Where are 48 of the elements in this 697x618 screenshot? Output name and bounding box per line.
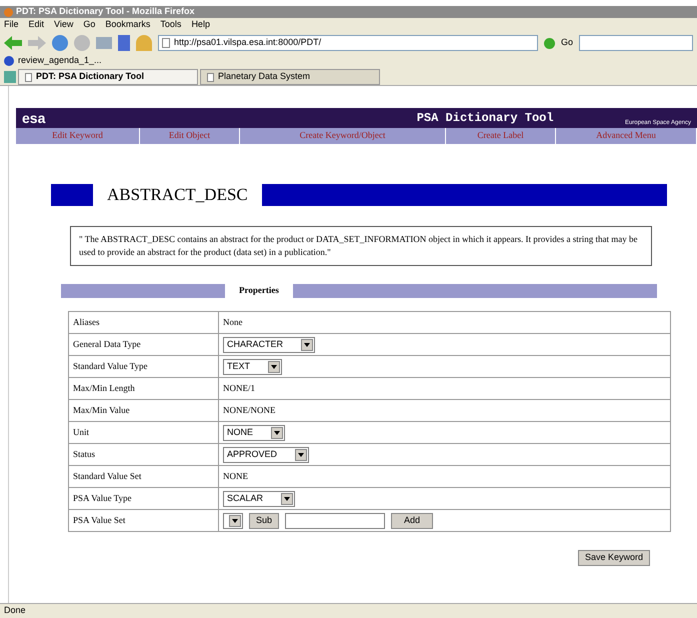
property-label: General Data Type: [68, 334, 218, 356]
property-label: Aliases: [68, 312, 218, 334]
bookmark-link[interactable]: review_agenda_1_...: [18, 54, 102, 68]
menu-item[interactable]: Tools: [160, 18, 182, 32]
browser-tab[interactable]: PDT: PSA Dictionary Tool: [18, 69, 198, 85]
menu-item[interactable]: Bookmarks: [105, 18, 150, 32]
go-label[interactable]: Go: [561, 36, 574, 50]
property-label: Max/Min Length: [68, 378, 218, 400]
add-button[interactable]: Add: [391, 512, 434, 528]
property-value: NONE/1: [223, 382, 255, 393]
dropdown-select[interactable]: [223, 512, 243, 528]
page-heading: ABSTRACT_DESC: [106, 184, 249, 206]
search-field[interactable]: [579, 35, 693, 51]
menu-item[interactable]: View: [54, 18, 74, 32]
property-label: Status: [68, 444, 218, 466]
property-label: Standard Value Set: [68, 466, 218, 488]
forward-arrow-icon[interactable]: [28, 36, 46, 50]
sub-button[interactable]: Sub: [249, 512, 280, 528]
dropdown-select[interactable]: CHARACTER: [223, 336, 316, 352]
url-text: http://psa01.vilspa.esa.int:8000/PDT/: [174, 36, 322, 50]
window-title: PDT: PSA Dictionary Tool - Mozilla Firefox: [16, 5, 195, 18]
banner-title: PSA Dictionary Tool: [416, 110, 554, 127]
property-label: Max/Min Value: [68, 400, 218, 422]
heading-bar: [51, 184, 93, 206]
logo: esa: [22, 108, 46, 128]
address-field[interactable]: http://psa01.vilspa.esa.int:8000/PDT/: [158, 35, 538, 51]
property-label: Unit: [68, 422, 218, 444]
property-label: Standard Value Type: [68, 356, 218, 378]
dropdown-select[interactable]: SCALAR: [223, 490, 296, 506]
description-box: " The ABSTRACT_DESC contains an abstract for the product or DATA_SET_INFORMATION object in which it appears. It provides a string that may be used to provide an abstract for the product (data set) in a publication.": [70, 226, 652, 266]
back-arrow-icon[interactable]: [4, 36, 22, 50]
section-title: Properties: [239, 284, 279, 298]
menu-item[interactable]: Go: [83, 18, 96, 32]
menu-item[interactable]: File: [4, 18, 19, 32]
browser-tab[interactable]: Planetary Data System: [200, 69, 380, 85]
property-label: PSA Value Type: [68, 488, 218, 510]
menu-item[interactable]: Edit: [28, 18, 44, 32]
menu-item[interactable]: Help: [191, 18, 210, 32]
dropdown-select[interactable]: TEXT: [223, 358, 282, 374]
property-value: NONE: [223, 470, 248, 481]
property-label: PSA Value Set: [68, 510, 218, 532]
property-value: None: [223, 316, 242, 327]
status-text: Done: [4, 604, 26, 618]
dropdown-select[interactable]: NONE: [223, 424, 286, 440]
dropdown-select[interactable]: APPROVED: [223, 446, 310, 462]
save-keyword-button[interactable]: Save Keyword: [578, 550, 650, 566]
property-value: NONE/NONE: [223, 404, 276, 415]
value-input-field[interactable]: [285, 512, 386, 528]
